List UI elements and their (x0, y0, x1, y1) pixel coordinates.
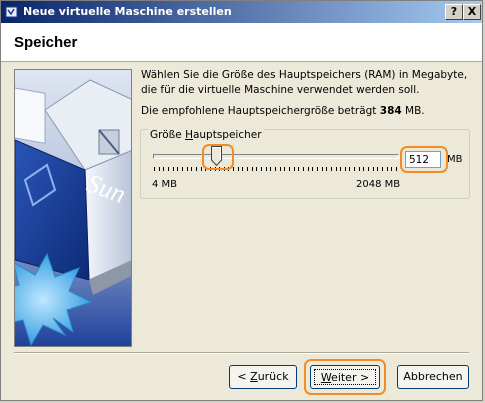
button-separator (14, 352, 469, 354)
wizard-window: Neue virtuelle Maschine erstellen ? X Sp… (0, 0, 483, 401)
cancel-button[interactable]: Abbrechen (397, 365, 469, 389)
memory-unit-label: MB (447, 154, 463, 165)
help-button[interactable]: ? (445, 4, 463, 20)
virtualbox-sun-cube: Sun (15, 70, 131, 346)
memory-slider-track[interactable] (153, 154, 399, 159)
window-title: Neue virtuelle Maschine erstellen (23, 5, 232, 18)
title-bar[interactable]: Neue virtuelle Maschine erstellen ? X (1, 1, 482, 23)
slider-ticks (154, 167, 397, 171)
slider-thumb-highlight (202, 144, 234, 170)
memory-size-label: Größe Hauptspeicher (148, 129, 264, 141)
slider-min-label: 4 MB (152, 179, 178, 190)
recommended-value: 384 (379, 105, 402, 117)
recommended-unit: MB. (405, 105, 425, 117)
recommended-prefix: Die empfohlene Hauptspeichergröße beträg… (141, 105, 377, 117)
memory-input-highlight (400, 146, 448, 173)
page-title: Speicher (14, 34, 78, 51)
wizard-art-image: Sun (14, 69, 132, 347)
description-text: Wählen Sie die Größe des Hauptspeichers … (141, 69, 468, 96)
slider-max-label: 2048 MB (356, 179, 401, 190)
wizard-header: Speicher (1, 23, 482, 62)
close-button[interactable]: X (463, 4, 481, 20)
back-button[interactable]: < Zurück (229, 365, 297, 389)
virtualbox-icon (5, 6, 18, 18)
recommended-text: Die empfohlene Hauptspeichergröße beträg… (141, 105, 471, 117)
next-button-highlight (304, 359, 386, 395)
